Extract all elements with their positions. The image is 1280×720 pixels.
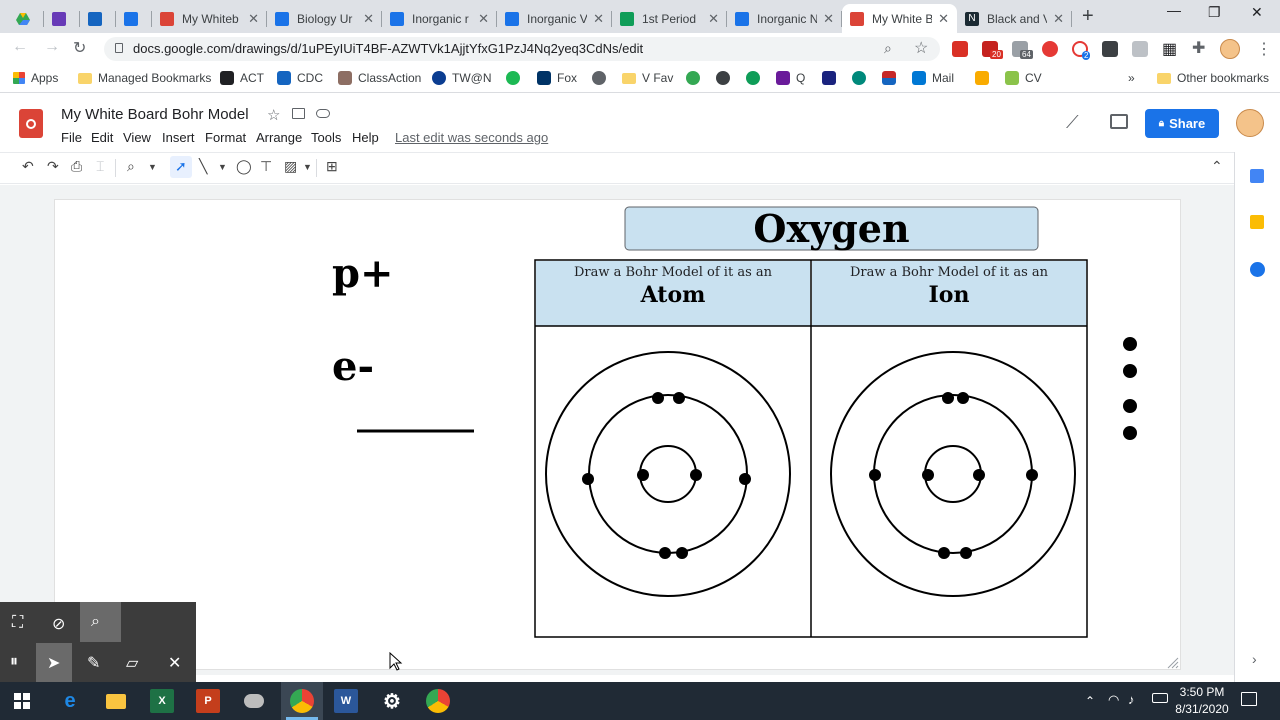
chrome-icon[interactable] <box>426 689 450 713</box>
electron-label[interactable]: e- <box>332 343 374 390</box>
electron[interactable] <box>1123 337 1137 351</box>
close-icon[interactable]: ✕ <box>168 653 181 673</box>
zoom-icon[interactable]: ⌕ <box>91 613 100 631</box>
ion-header-caption[interactable]: Draw a Bohr Model of it as an <box>812 265 1086 280</box>
electron[interactable] <box>869 469 881 481</box>
clock-time[interactable]: 3:50 PM <box>1174 685 1230 699</box>
clock-date[interactable]: 8/31/2020 <box>1172 702 1232 716</box>
screen-recorder-toolbar: ⛶ ⊘ ⌕ ⏸ ➤ ✎ ▱ ✕ <box>0 602 196 682</box>
electron[interactable] <box>739 473 751 485</box>
edge-icon[interactable]: e <box>58 689 82 713</box>
electron[interactable] <box>973 469 985 481</box>
electron[interactable] <box>652 392 664 404</box>
electron[interactable] <box>942 392 954 404</box>
pointer-icon[interactable]: ➤ <box>47 653 60 673</box>
wifi-icon[interactable]: ◠ <box>1108 692 1119 708</box>
electron[interactable] <box>676 547 688 559</box>
eraser-icon[interactable]: ▱ <box>126 653 138 673</box>
battery-icon[interactable] <box>1152 693 1168 703</box>
electron[interactable] <box>938 547 950 559</box>
zoom-tool-active[interactable] <box>80 602 121 642</box>
screenshot-icon[interactable]: ⛶ <box>12 614 23 632</box>
action-center-icon[interactable] <box>1241 692 1257 706</box>
electron[interactable] <box>673 392 685 404</box>
ion-second-shell[interactable] <box>873 394 1033 554</box>
ion-header-title[interactable]: Ion <box>812 282 1086 308</box>
file-explorer-icon[interactable] <box>104 689 128 713</box>
ion-outer-circle[interactable] <box>830 351 1076 597</box>
pen-icon[interactable]: ✎ <box>87 653 100 673</box>
excel-icon[interactable]: X <box>150 689 174 713</box>
electron[interactable] <box>922 469 934 481</box>
electron[interactable] <box>1026 469 1038 481</box>
pause-icon[interactable]: ⏸ <box>10 653 18 671</box>
powerpoint-icon[interactable]: P <box>196 689 220 713</box>
chrome-icon[interactable] <box>290 689 314 713</box>
settings-gear-icon[interactable]: ⚙ <box>380 689 404 713</box>
volume-icon[interactable]: ♪ <box>1128 692 1135 707</box>
electron[interactable] <box>957 392 969 404</box>
atom-outer-circle[interactable] <box>545 351 791 597</box>
windows-start-icon[interactable] <box>10 689 34 713</box>
electron[interactable] <box>690 469 702 481</box>
cloud-app-icon[interactable] <box>242 689 266 713</box>
ion-electrons <box>869 392 1038 559</box>
show-hidden-icons[interactable]: ⌃ <box>1085 694 1095 708</box>
electron[interactable] <box>582 473 594 485</box>
electron[interactable] <box>637 469 649 481</box>
element-title[interactable]: Oxygen <box>625 206 1038 251</box>
electron[interactable] <box>659 547 671 559</box>
atom-header-caption[interactable]: Draw a Bohr Model of it as an <box>536 265 810 280</box>
atom-header-title[interactable]: Atom <box>536 282 810 308</box>
atom-electrons <box>582 392 751 559</box>
loose-electrons <box>1123 337 1137 440</box>
atom-second-shell[interactable] <box>588 394 748 554</box>
mouse-cursor-icon <box>389 652 403 671</box>
webcam-off-icon[interactable]: ⊘ <box>52 614 65 634</box>
proton-label[interactable]: p+ <box>332 250 393 297</box>
electron[interactable] <box>1123 426 1137 440</box>
word-icon[interactable]: W <box>334 689 358 713</box>
electron[interactable] <box>1123 364 1137 378</box>
resize-handle-icon[interactable] <box>1167 657 1179 669</box>
electron[interactable] <box>960 547 972 559</box>
electron[interactable] <box>1123 399 1137 413</box>
